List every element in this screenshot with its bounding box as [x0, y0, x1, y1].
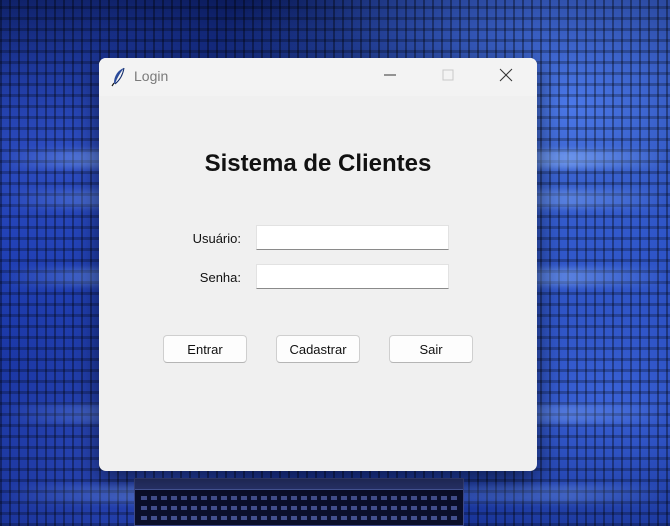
sair-button[interactable]: Sair — [389, 335, 473, 363]
login-window: Login Sistema de Clientes Usuário: Senha… — [99, 58, 537, 471]
thumbnail-row — [141, 516, 457, 520]
feather-icon — [111, 67, 127, 87]
maximize-icon — [442, 68, 454, 86]
thumbnail-row — [141, 506, 457, 510]
close-icon — [499, 68, 513, 87]
maximize-button[interactable] — [419, 58, 477, 96]
cadastrar-button[interactable]: Cadastrar — [276, 335, 360, 363]
username-input[interactable] — [256, 225, 449, 250]
title-bar[interactable]: Login — [99, 58, 537, 96]
page-title: Sistema de Clientes — [204, 150, 432, 177]
close-button[interactable] — [477, 58, 535, 96]
background-window-thumbnail — [134, 478, 464, 526]
username-label: Usuário: — [192, 231, 241, 246]
thumbnail-row — [141, 496, 457, 500]
password-label: Senha: — [199, 270, 241, 285]
minimize-icon — [384, 68, 396, 86]
thumbnail-titlebar — [135, 479, 463, 490]
entrar-button[interactable]: Entrar — [163, 335, 247, 363]
window-title: Login — [134, 68, 169, 84]
password-input[interactable] — [256, 264, 449, 289]
minimize-button[interactable] — [361, 58, 419, 96]
